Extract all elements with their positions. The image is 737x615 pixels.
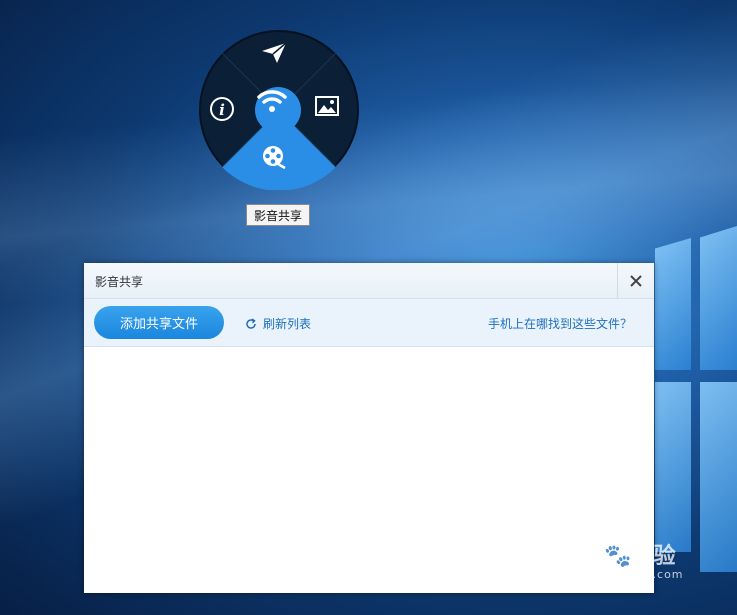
close-icon (630, 274, 642, 287)
wifi-icon[interactable] (257, 88, 301, 132)
add-shared-file-button[interactable]: 添加共享文件 (94, 306, 224, 339)
toolbar: 添加共享文件 刷新列表 手机上在哪找到这些文件？ (84, 299, 654, 347)
close-button[interactable] (617, 263, 654, 298)
refresh-icon (246, 317, 256, 329)
paw-icon: 🐾 (604, 544, 632, 569)
refresh-label: 刷新列表 (263, 317, 312, 331)
refresh-list-link[interactable]: 刷新列表 (245, 315, 311, 332)
send-icon[interactable] (261, 42, 295, 76)
svg-text:i: i (219, 101, 225, 119)
title-bar: 影音共享 (84, 263, 654, 299)
watermark-brand2: 经验 (631, 544, 676, 569)
baidu-watermark: Bai🐾经验 jingyan.baidu.com (565, 538, 684, 581)
dialog-title: 影音共享 (95, 275, 144, 289)
info-icon[interactable]: i (209, 96, 243, 130)
watermark-brand: Bai (565, 544, 605, 569)
watermark-domain: jingyan.baidu.com (565, 568, 684, 581)
radial-menu: i (199, 30, 359, 190)
tooltip: 影音共享 (246, 204, 311, 226)
help-link[interactable]: 手机上在哪找到这些文件？ (488, 315, 632, 332)
image-icon[interactable] (315, 96, 349, 130)
video-reel-icon[interactable] (261, 144, 295, 178)
